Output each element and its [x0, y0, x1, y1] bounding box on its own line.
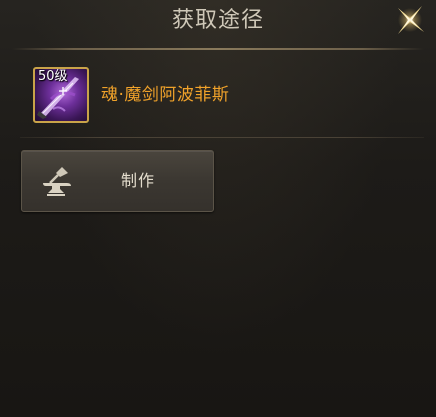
dialog-title: 获取途径 [171, 8, 264, 33]
item-name: 魂·魔剑阿波菲斯 [101, 85, 230, 105]
anvil-icon [43, 167, 71, 196]
section-divider [20, 137, 424, 138]
acquisition-dialog: 获取途径 50级 魂·魔剑阿波菲斯 制作 [0, 0, 436, 417]
header-divider [12, 48, 424, 50]
craft-source-button[interactable]: 制作 [21, 150, 214, 212]
craft-label: 制作 [121, 171, 156, 190]
level-badge: 50级 [38, 69, 68, 84]
item-slot[interactable]: 50级 [33, 67, 89, 123]
close-button[interactable] [390, 2, 430, 42]
close-x-icon [398, 6, 424, 34]
